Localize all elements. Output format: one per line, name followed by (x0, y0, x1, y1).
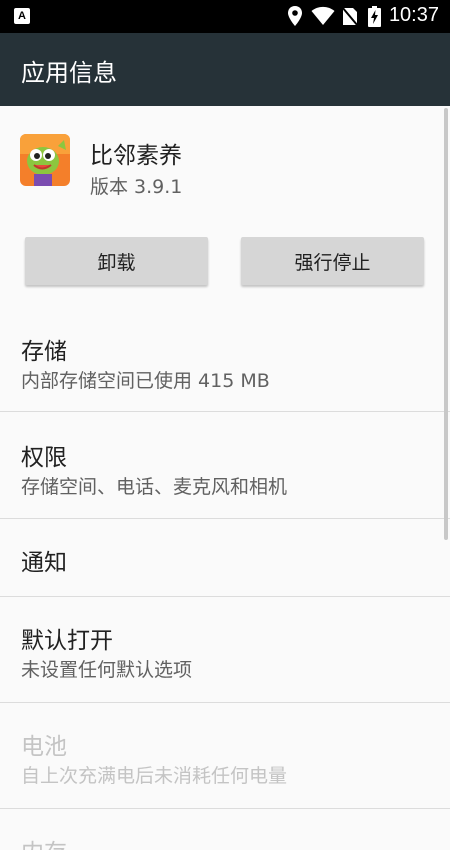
permissions-title: 权限 (21, 445, 67, 471)
memory-title: 内存 (21, 833, 67, 850)
scrollbar[interactable] (444, 108, 448, 540)
page-title: 应用信息 (21, 59, 117, 87)
app-version: 版本 3.9.1 (90, 176, 183, 198)
app-name: 比邻素养 (90, 143, 182, 169)
storage-summary: 内部存储空间已使用 415 MB (21, 370, 270, 392)
notifications-title: 通知 (21, 550, 67, 576)
permissions-summary: 存储空间、电话、麦克风和相机 (21, 476, 288, 498)
status-bar: A 10:37 (0, 0, 450, 33)
location-icon (288, 6, 302, 26)
battery-title: 电池 (21, 734, 67, 760)
battery-charging-icon (368, 6, 381, 27)
force-stop-button[interactable]: 强行停止 (241, 237, 424, 285)
notifications-item[interactable]: 通知 (0, 519, 450, 596)
storage-item[interactable]: 存储 内部存储空间已使用 415 MB (0, 318, 450, 412)
app-bar: 应用信息 (0, 33, 450, 106)
storage-title: 存储 (21, 339, 67, 365)
memory-item: 内存 (0, 809, 450, 850)
open-by-default-title: 默认打开 (21, 628, 113, 654)
uninstall-button[interactable]: 卸载 (25, 237, 208, 285)
notification-icon: A (14, 8, 30, 24)
battery-item: 电池 自上次充满电后未消耗任何电量 (0, 703, 450, 808)
open-by-default-item[interactable]: 默认打开 未设置任何默认选项 (0, 597, 450, 702)
app-icon (20, 134, 70, 186)
permissions-item[interactable]: 权限 存储空间、电话、麦克风和相机 (0, 412, 450, 518)
open-by-default-summary: 未设置任何默认选项 (21, 659, 193, 681)
battery-summary: 自上次充满电后未消耗任何电量 (21, 765, 288, 787)
wifi-icon (311, 6, 335, 25)
no-sim-icon (342, 7, 358, 26)
status-clock: 10:37 (388, 4, 439, 26)
